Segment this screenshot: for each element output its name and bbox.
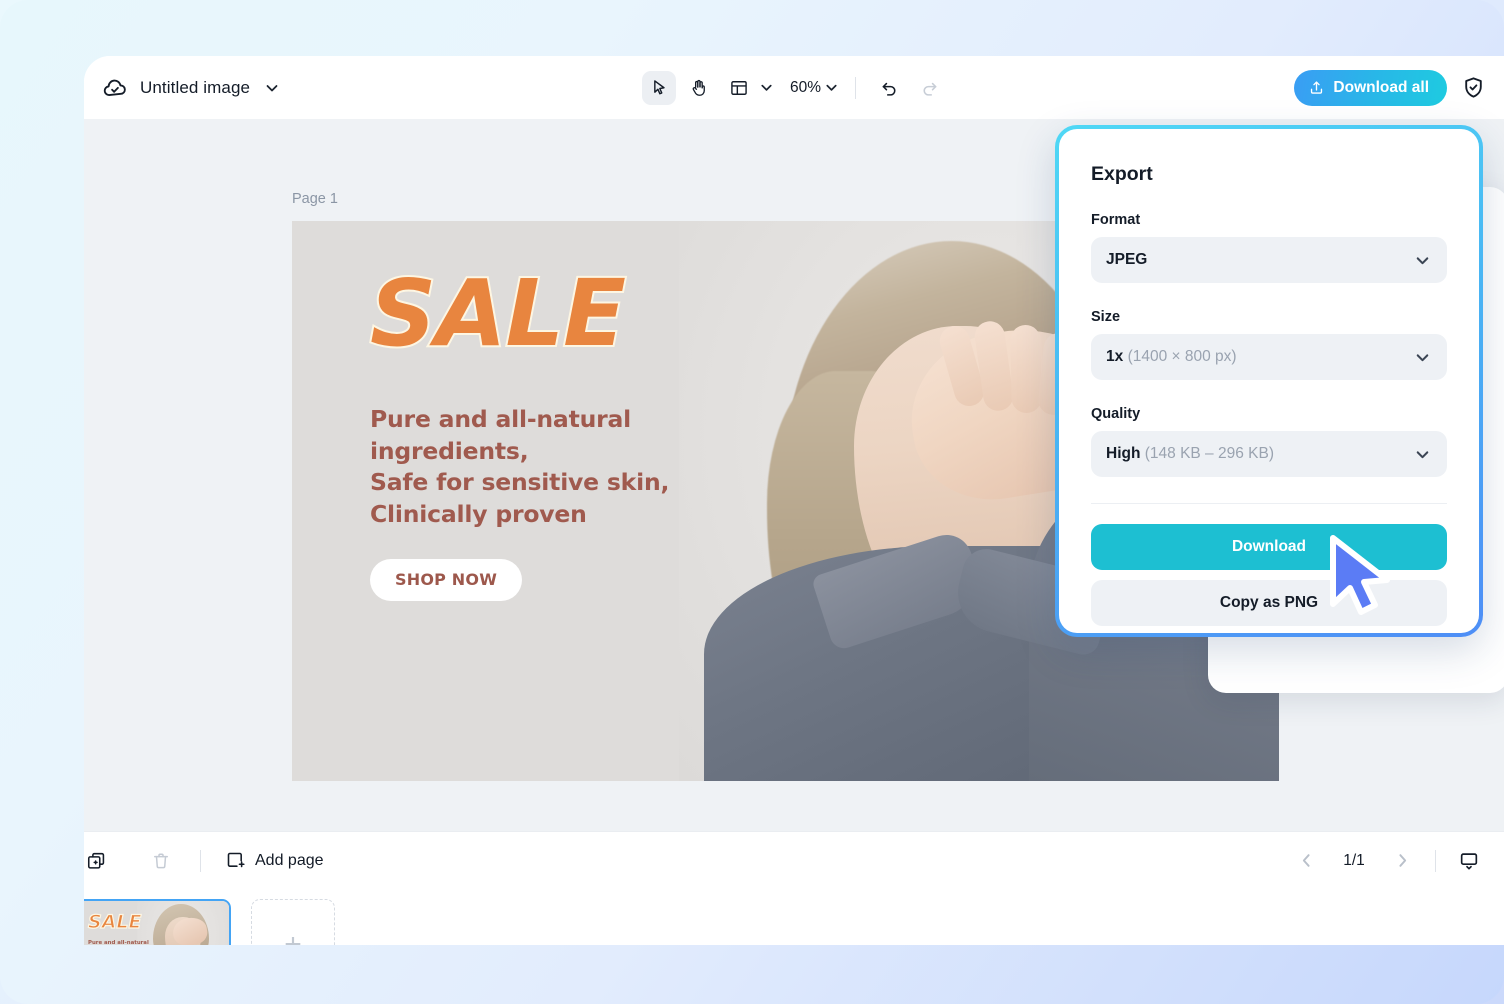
quality-value-level: High — [1106, 445, 1141, 462]
upload-share-icon — [1308, 79, 1325, 96]
canvas-text-block: SALE Pure and all-natural ingredients, S… — [368, 266, 700, 601]
export-divider — [1091, 503, 1447, 504]
format-label: Format — [1091, 212, 1141, 228]
document-title-group: Untitled image — [84, 75, 280, 101]
zoom-chevron-down-icon[interactable] — [824, 80, 839, 95]
bottom-toolbar: Add page 1/1 — [84, 831, 1504, 889]
canvas-headline[interactable]: SALE — [368, 266, 700, 362]
plus-icon: + — [284, 928, 302, 946]
pagination-divider — [1435, 849, 1436, 872]
square-plus-icon — [225, 850, 246, 871]
size-label: Size — [1091, 309, 1121, 325]
layout-chevron-down-icon[interactable] — [759, 80, 774, 95]
cloud-check-icon — [102, 75, 128, 101]
quality-value: High (148 KB – 296 KB) — [1106, 445, 1274, 463]
chevron-down-icon — [1414, 349, 1431, 366]
download-button[interactable]: Download — [1091, 524, 1447, 570]
format-select[interactable]: JPEG — [1091, 237, 1447, 283]
zoom-level[interactable]: 60% — [790, 79, 821, 97]
chevron-right-icon[interactable] — [1387, 846, 1417, 876]
canvas-cta-button[interactable]: SHOP NOW — [370, 558, 523, 601]
chevron-down-icon[interactable] — [264, 80, 280, 96]
thumbnail-headline: SALE — [87, 910, 142, 933]
redo-arrow-icon[interactable] — [912, 71, 946, 105]
page-actions-group: Add page — [84, 846, 324, 876]
page-label: Page 1 — [292, 191, 338, 207]
quality-label: Quality — [1091, 406, 1141, 422]
chevron-left-icon[interactable] — [1291, 846, 1321, 876]
page-indicator: 1/1 — [1343, 851, 1365, 869]
canvas-body-copy[interactable]: Pure and all-natural ingredients, Safe f… — [370, 404, 700, 531]
size-value-dimensions: (1400 × 800 px) — [1127, 348, 1237, 365]
present-screen-icon[interactable] — [1454, 846, 1484, 876]
thumbnail-body-copy: Pure and all-natural ingredients, Safe f… — [88, 939, 149, 946]
duplicate-page-icon[interactable] — [84, 846, 112, 876]
export-panel: Export Format JPEG Size 1x (1400 × 800 p… — [1059, 129, 1479, 633]
export-title: Export — [1091, 163, 1153, 185]
toolbar-divider — [855, 76, 857, 99]
add-page-label: Add page — [255, 851, 324, 869]
top-toolbar: Untitled image 60% Download all — [84, 56, 1504, 119]
trash-icon[interactable] — [146, 846, 176, 876]
size-value-multiplier: 1x — [1106, 348, 1124, 365]
page-thumbnail-1[interactable]: SALE Pure and all-natural ingredients, S… — [84, 898, 231, 946]
size-value: 1x (1400 × 800 px) — [1106, 348, 1237, 366]
page-thumbnail-strip: SALE Pure and all-natural ingredients, S… — [84, 889, 1504, 945]
shield-check-icon[interactable] — [1461, 75, 1486, 100]
document-title: Untitled image — [140, 77, 251, 97]
add-page-button[interactable]: Add page — [225, 850, 324, 871]
hand-tool[interactable] — [682, 71, 716, 105]
size-select[interactable]: 1x (1400 × 800 px) — [1091, 334, 1447, 380]
quality-select[interactable]: High (148 KB – 296 KB) — [1091, 431, 1447, 477]
download-all-label: Download all — [1333, 78, 1429, 96]
undo-arrow-icon[interactable] — [872, 71, 906, 105]
add-page-slot[interactable]: + — [251, 898, 335, 946]
bottombar-divider — [200, 849, 201, 872]
chevron-down-icon — [1414, 446, 1431, 463]
export-popup-highlight: Export Format JPEG Size 1x (1400 × 800 p… — [1055, 125, 1483, 637]
select-tool[interactable] — [641, 70, 676, 105]
pagination-group: 1/1 — [1291, 846, 1484, 876]
quality-value-filesize: (148 KB – 296 KB) — [1144, 445, 1274, 462]
format-value: JPEG — [1106, 251, 1148, 268]
toolbar-center-group: 60% — [84, 56, 1504, 119]
chevron-down-icon — [1414, 252, 1431, 269]
toolbar-right-group: Download all — [1294, 56, 1486, 119]
copy-as-png-button[interactable]: Copy as PNG — [1091, 580, 1447, 626]
download-all-button[interactable]: Download all — [1294, 69, 1447, 106]
layout-tool[interactable] — [722, 71, 756, 105]
